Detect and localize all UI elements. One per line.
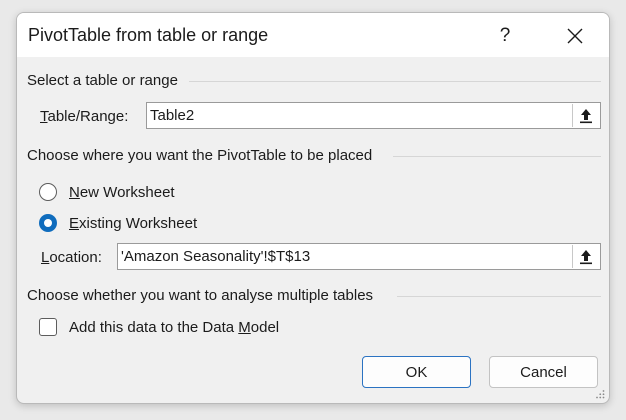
title-bar: PivotTable from table or range ? <box>17 13 609 57</box>
source-section-heading: Select a table or range <box>27 72 178 89</box>
existing-worksheet-option[interactable]: Existing Worksheet <box>39 212 197 234</box>
location-label: Location: <box>41 249 102 266</box>
data-model-option[interactable]: Add this data to the Data Model <box>39 316 279 338</box>
pivottable-dialog: PivotTable from table or range ? Select … <box>16 12 610 404</box>
location-collapse-button[interactable] <box>572 245 599 268</box>
new-worksheet-label: New Worksheet <box>69 183 175 201</box>
multiple-tables-section-heading: Choose whether you want to analyse multi… <box>27 287 374 304</box>
table-range-label: Table/Range: <box>40 108 129 125</box>
ok-button[interactable]: OK <box>362 356 471 388</box>
new-worksheet-option[interactable]: New Worksheet <box>39 181 175 203</box>
destination-section-divider <box>393 156 601 157</box>
collapse-dialog-icon <box>580 108 592 123</box>
destination-section-heading: Choose where you want the PivotTable to … <box>27 147 373 164</box>
dialog-title: PivotTable from table or range <box>28 25 269 45</box>
cancel-button[interactable]: Cancel <box>489 356 598 388</box>
source-section-divider <box>189 81 601 82</box>
existing-worksheet-radio[interactable] <box>39 214 57 232</box>
table-range-value: Table2 <box>150 107 195 124</box>
collapse-dialog-icon <box>580 249 592 264</box>
multiple-tables-section-divider <box>397 296 601 297</box>
help-button[interactable]: ? <box>485 19 525 53</box>
table-range-input[interactable]: Table2 <box>146 102 601 129</box>
close-icon <box>567 28 583 44</box>
close-button[interactable] <box>555 19 595 53</box>
help-icon: ? <box>499 25 511 46</box>
table-range-collapse-button[interactable] <box>572 104 599 127</box>
location-value: 'Amazon Seasonality'!$T$13 <box>121 248 311 265</box>
existing-worksheet-label: Existing Worksheet <box>69 214 198 232</box>
location-input[interactable]: 'Amazon Seasonality'!$T$13 <box>117 243 601 270</box>
data-model-checkbox[interactable] <box>39 318 57 336</box>
data-model-label: Add this data to the Data Model <box>69 318 280 336</box>
new-worksheet-radio[interactable] <box>39 183 57 201</box>
resize-grip-icon[interactable] <box>595 389 605 399</box>
